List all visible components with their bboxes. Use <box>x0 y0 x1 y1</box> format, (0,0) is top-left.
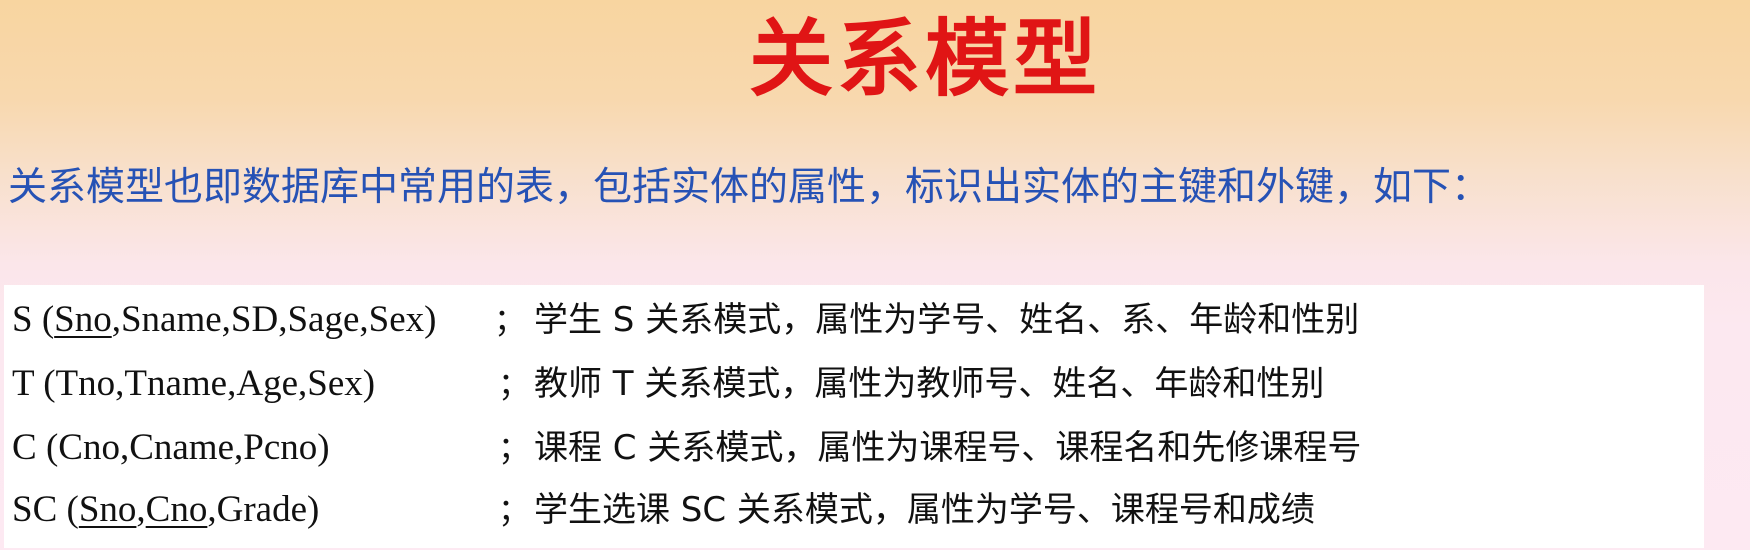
relation-paren: ( <box>57 489 79 530</box>
intro-paragraph: 关系模型也即数据库中常用的表，包括实体的属性，标识出实体的主键和外键，如下： <box>8 165 1491 210</box>
relation-description: 教师 T 关系模式，属性为教师号、姓名、年龄和性别 <box>534 364 1325 404</box>
relation-schema: T (Tno,Tname,Age,Sex) <box>12 355 375 413</box>
separator: ； <box>498 365 531 403</box>
relation-name: C <box>12 427 37 468</box>
separator: ； <box>498 429 531 467</box>
relation-row-t: T (Tno,Tname,Age,Sex) ； 教师 T 关系模式，属性为教师号… <box>4 355 1704 413</box>
relation-attributes: ,Sname,SD,Sage,Sex) <box>111 299 437 340</box>
slide: 关系模型 关系模型也即数据库中常用的表，包括实体的属性，标识出实体的主键和外键，… <box>0 0 1750 550</box>
relation-row-c: C (Cno,Cname,Pcno) ； 课程 C 关系模式，属性为课程号、课程… <box>4 419 1704 477</box>
relation-row-sc: SC (Sno,Cno,Grade) ； 学生选课 SC 关系模式，属性为学号、… <box>4 481 1704 539</box>
relation-schema-list: S (Sno,Sname,SD,Sage,Sex) ； 学生 S 关系模式，属性… <box>4 285 1704 548</box>
relation-paren: ( <box>33 363 56 404</box>
relation-schema: C (Cno,Cname,Pcno) <box>12 419 330 477</box>
relation-description: 课程 C 关系模式，属性为课程号、课程名和先修课程号 <box>534 428 1362 468</box>
relation-schema: S (Sno,Sname,SD,Sage,Sex) <box>12 291 436 349</box>
relation-attribute-separator: , <box>136 489 146 530</box>
relation-schema: SC (Sno,Cno,Grade) <box>12 481 319 539</box>
relation-paren: ( <box>36 427 59 468</box>
relation-attributes: Tno,Tname,Age,Sex) <box>55 363 376 404</box>
relation-row-s: S (Sno,Sname,SD,Sage,Sex) ； 学生 S 关系模式，属性… <box>4 291 1704 349</box>
separator: ； <box>494 301 527 339</box>
relation-attributes: Cno,Cname,Pcno) <box>58 427 330 468</box>
primary-key-attribute: Sno <box>54 299 112 340</box>
relation-name: T <box>12 363 34 404</box>
relation-name: SC <box>12 489 58 530</box>
relation-description: 学生选课 SC 关系模式，属性为学号、课程号和成绩 <box>534 490 1315 530</box>
primary-key-attribute: Cno <box>145 489 208 530</box>
slide-title: 关系模型 <box>748 9 1101 108</box>
relation-paren: ( <box>32 299 55 340</box>
relation-name: S <box>12 299 33 340</box>
separator: ； <box>498 491 531 529</box>
primary-key-attribute: Sno <box>78 489 137 530</box>
relation-attributes: ,Grade) <box>207 489 320 530</box>
relation-description: 学生 S 关系模式，属性为学号、姓名、系、年龄和性别 <box>534 300 1360 340</box>
